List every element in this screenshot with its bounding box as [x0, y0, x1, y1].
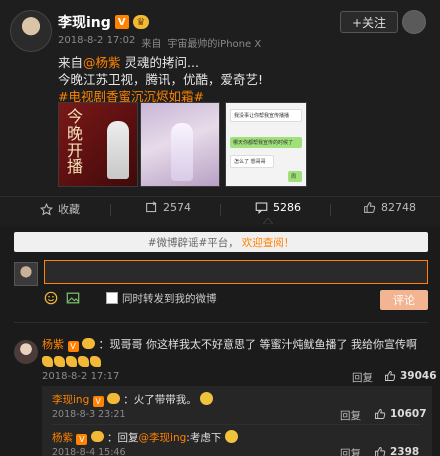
comment-like-count: 39046	[400, 370, 437, 382]
smile-emoji-icon	[224, 430, 238, 443]
repost-count: 2574	[163, 201, 191, 214]
vip-crown-icon	[106, 393, 120, 404]
reply-author-link[interactable]: 李现ing	[52, 394, 89, 406]
comment-button[interactable]: 5286	[255, 201, 301, 214]
notice-link[interactable]: 欢迎查阅！	[242, 235, 295, 250]
post-mention-link[interactable]: @杨紫	[83, 55, 121, 70]
reply-like-button[interactable]: 2398	[374, 446, 419, 456]
reply-reply-button[interactable]: 回复	[340, 408, 361, 423]
reply-time: 2018-8-4 15:46	[52, 447, 126, 456]
reply-like-count: 10607	[390, 408, 427, 420]
favorite-label: 收藏	[58, 203, 80, 216]
like-count: 82748	[381, 201, 416, 214]
vip-crown-icon	[82, 338, 95, 349]
comment-divider	[14, 322, 428, 323]
reply-mention-link[interactable]: @李现ing	[139, 432, 187, 444]
post-text-suffix: 灵魂的拷问...	[120, 55, 199, 70]
comment-text: ：现哥哥 你这样我太不好意思了 等蜜汁炖鱿鱼播了 我给你宣传啊	[98, 338, 418, 351]
reply-text: ：回复	[107, 432, 139, 444]
flex-arm-emoji-icon	[78, 356, 89, 367]
menu-avatar-icon[interactable]	[402, 10, 426, 34]
post-image-3-chat-screenshot[interactable]: 我没事让你帮我宣传播播 哪天你都帮我宣传的时候了 怎么了 想哥哥 周	[225, 102, 307, 187]
poster-calligraphy-text: 今晚开播	[67, 107, 85, 177]
reply-body: 杨紫 V ：回复@李现ing:考虑下	[52, 430, 238, 445]
commenter-avatar[interactable]	[14, 340, 38, 364]
post-text-prefix: 来自	[58, 55, 84, 70]
comment-tools	[44, 291, 80, 305]
flex-arm-emoji-icon	[90, 356, 101, 367]
repost-checkbox[interactable]	[106, 292, 118, 304]
chat-bubble: 哪天你都帮我宣传的时候了	[230, 137, 302, 148]
post-image-2[interactable]	[140, 102, 220, 187]
action-bar: 收藏 2574 5286 82748	[0, 196, 440, 224]
repost-checkbox-label[interactable]: 同时转发到我的微博	[122, 291, 217, 306]
author-name[interactable]: 李现ing	[58, 12, 111, 32]
reply-like-count: 2398	[390, 446, 420, 456]
post-meta: 2018-8-2 17:02 来自 宇宙最帅的iPhone X	[58, 35, 261, 50]
thumbs-up-icon	[375, 447, 386, 456]
post-image-1[interactable]: 今晚开播	[58, 102, 138, 187]
action-separator	[220, 204, 221, 216]
chat-bubble: 我没事让你帮我宣传播播	[230, 109, 302, 122]
reply-text-after: :考虑下	[186, 432, 222, 444]
current-user-avatar	[14, 262, 38, 286]
poster-figure	[171, 123, 193, 181]
image-icon[interactable]	[66, 291, 80, 305]
reply-text: ：火了带带我。	[123, 394, 197, 406]
post-source-prefix: 来自	[141, 39, 162, 50]
flex-arm-emoji-icon	[42, 356, 53, 367]
like-button[interactable]: 82748	[363, 201, 416, 214]
action-separator	[330, 204, 331, 216]
comment-time: 2018-8-2 17:17	[42, 371, 120, 382]
author-name-row: 李现ing V ♛	[58, 12, 149, 32]
reply-author-link[interactable]: 杨紫	[52, 432, 73, 444]
rumor-notice-banner: #微博辟谣#平台， 欢迎查阅！	[14, 232, 428, 252]
post-source-device[interactable]: 宇宙最帅的iPhone X	[167, 35, 261, 50]
reply-like-button[interactable]: 10607	[374, 408, 427, 420]
vip-crown-icon: ♛	[132, 15, 149, 29]
repost-button[interactable]: 2574	[145, 201, 191, 214]
emoji-icon[interactable]	[44, 291, 58, 305]
chat-bubble: 怎么了 想哥哥	[230, 155, 274, 168]
author-avatar[interactable]	[10, 10, 52, 52]
comment-icon	[255, 202, 268, 214]
repost-icon	[146, 201, 157, 213]
thumbs-up-icon	[364, 202, 376, 213]
notice-text: #微博辟谣#平台，	[147, 236, 239, 249]
flex-arm-emoji-icon	[66, 356, 77, 367]
favorite-button[interactable]: 收藏	[40, 201, 80, 217]
comment-author-link[interactable]: 杨紫	[42, 338, 64, 351]
comment-body: 杨紫 V ：现哥哥 你这样我太不好意思了 等蜜汁炖鱿鱼播了 我给你宣传啊	[42, 336, 432, 370]
star-icon	[40, 202, 53, 215]
vip-crown-icon	[90, 431, 104, 442]
flex-arm-emoji-icon	[54, 356, 65, 367]
thumbs-up-icon	[375, 409, 386, 419]
reply-body: 李现ing V ：火了带带我。	[52, 392, 214, 407]
comment-count: 5286	[273, 201, 301, 214]
poster-figure	[107, 121, 129, 179]
post-date[interactable]: 2018-8-2 17:02	[58, 35, 135, 50]
comment-input[interactable]	[44, 260, 428, 284]
reply-reply-button[interactable]: 回复	[340, 446, 361, 456]
verified-badge-icon: V	[114, 15, 129, 29]
comment-reply-button[interactable]: 回复	[352, 370, 373, 385]
verified-badge-icon: V	[67, 341, 79, 352]
comment-like-button[interactable]: 39046	[384, 370, 437, 382]
smile-emoji-icon	[200, 392, 214, 405]
submit-comment-button[interactable]: 评论	[380, 290, 428, 310]
thumbs-up-icon	[385, 371, 396, 381]
reply-divider	[52, 424, 422, 425]
action-separator	[110, 204, 111, 216]
reply-time: 2018-8-3 23:21	[52, 409, 126, 420]
verified-badge-icon: V	[76, 434, 88, 445]
follow-button[interactable]: +关注	[340, 11, 398, 33]
chat-bubble: 周	[288, 171, 302, 182]
active-tab-caret-icon	[263, 218, 273, 224]
verified-badge-icon: V	[92, 396, 104, 407]
